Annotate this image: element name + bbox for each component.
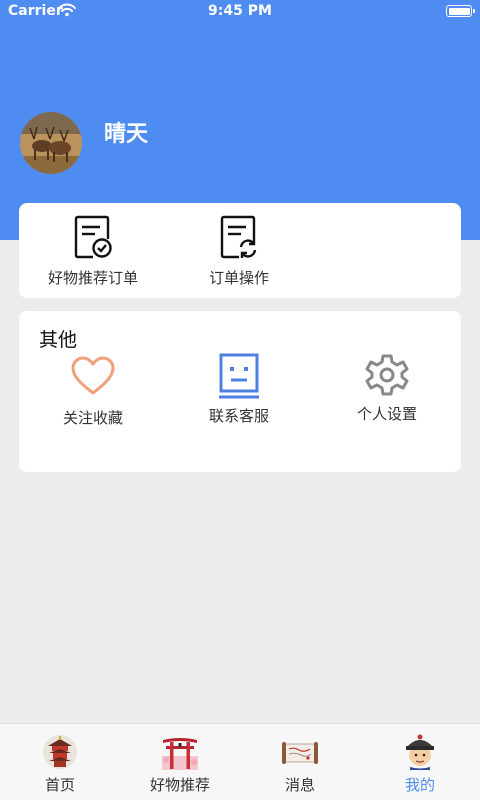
- status-bar: Carrier 9:45 PM: [0, 0, 480, 24]
- gear-icon: [365, 354, 409, 396]
- order-check-icon: [74, 215, 112, 259]
- pagoda-icon: [43, 735, 77, 769]
- customer-service-button[interactable]: 联系客服: [195, 353, 283, 426]
- orders-card: 好物推荐订单 订单操作: [19, 203, 461, 298]
- scroll-icon: [282, 742, 318, 764]
- favorites-button[interactable]: 关注收藏: [49, 355, 137, 428]
- settings-label: 个人设置: [356, 405, 417, 423]
- tab-home[interactable]: 首页: [0, 724, 120, 800]
- tab-home-label: 首页: [44, 776, 75, 794]
- customer-service-label: 联系客服: [208, 407, 269, 425]
- order-operation-button[interactable]: 订单操作: [193, 215, 285, 288]
- order-recommend-label: 好物推荐订单: [47, 269, 138, 287]
- tab-mine[interactable]: 我的: [360, 724, 480, 800]
- order-operation-label: 订单操作: [208, 269, 269, 287]
- torii-gate-icon: [162, 738, 198, 770]
- order-refresh-icon: [220, 215, 257, 259]
- battery-icon: [446, 5, 475, 17]
- qing-official-icon: [406, 734, 434, 770]
- username: 晴天: [104, 122, 149, 147]
- tab-bar: 首页 好物推荐 消息 我的: [0, 723, 480, 800]
- other-card: 其他 关注收藏 联系客服 个人设置: [19, 311, 461, 472]
- tab-messages-label: 消息: [284, 776, 315, 794]
- settings-button[interactable]: 个人设置: [343, 353, 431, 424]
- other-section-title: 其他: [39, 329, 78, 351]
- heart-icon: [71, 356, 115, 395]
- tab-messages[interactable]: 消息: [240, 724, 360, 800]
- clock: 9:45 PM: [208, 3, 272, 19]
- order-recommend-button[interactable]: 好物推荐订单: [41, 215, 145, 288]
- favorites-label: 关注收藏: [62, 409, 123, 427]
- avatar[interactable]: [20, 112, 82, 174]
- robot-service-icon: [219, 353, 259, 399]
- tab-recommend[interactable]: 好物推荐: [120, 724, 240, 800]
- tab-mine-label: 我的: [404, 776, 435, 794]
- tab-recommend-label: 好物推荐: [149, 776, 210, 794]
